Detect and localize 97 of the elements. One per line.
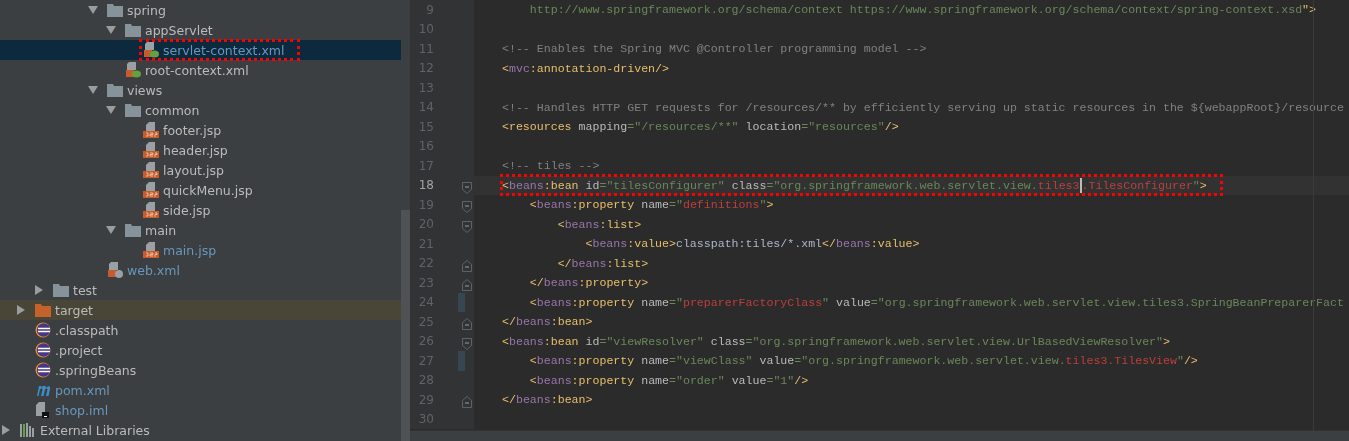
tree-item[interactable]: common	[0, 100, 401, 120]
folder-icon	[125, 223, 141, 237]
fold-icon[interactable]	[462, 318, 472, 330]
code-line: <mvc:annotation-driven/>	[502, 60, 669, 77]
change-marker[interactable]	[458, 351, 465, 371]
eclipse-icon	[35, 342, 51, 358]
tree-item[interactable]: appServlet	[0, 20, 401, 40]
code-line: <beans:property name="order" value="1"/>	[528, 372, 809, 389]
fold-icon[interactable]	[462, 181, 472, 194]
maven-icon	[35, 384, 51, 396]
tree-item-label: main	[145, 222, 177, 238]
tree-item-label: External Libraries	[40, 422, 150, 438]
code-line: <beans:list>	[556, 216, 642, 233]
folder-icon	[53, 283, 69, 297]
tree-item[interactable]: main	[0, 220, 401, 240]
code-line: <beans:property name="preparerFactoryClass" value="org.springframework.web.servlet.view.tiles3.SpringBeanPreparerFact	[528, 294, 1344, 311]
code-line: </beans:property>	[528, 275, 649, 292]
folder-icon	[125, 23, 141, 37]
tree-item-label: root-context.xml	[145, 62, 249, 78]
tree-item-label: spring	[127, 2, 166, 18]
tree-item[interactable]: web.xml	[0, 260, 401, 280]
code-line: <beans:bean id="tilesConfigurer" class="org.springframework.web.servlet.view.tiles3 .TilesConfigurer">	[502, 176, 1221, 195]
file-icon	[35, 402, 51, 418]
tree-item-label: side.jsp	[163, 202, 211, 218]
fold-icon[interactable]	[462, 279, 472, 291]
jsp-file-icon	[143, 242, 159, 258]
tree-item[interactable]: .springBeans	[0, 360, 401, 380]
code-line: </beans:bean>	[502, 314, 593, 331]
code-line: <!-- Handles HTTP GET requests for /resources/** by efficiently serving up static resources in the ${webappRoot}/resource	[502, 99, 1344, 116]
fold-icon[interactable]	[462, 337, 472, 350]
tree-item[interactable]: side.jsp	[0, 200, 401, 220]
tree-item[interactable]: .classpath	[0, 320, 401, 340]
jsp-file-icon	[143, 202, 159, 218]
tree-item-label: main.jsp	[163, 242, 217, 258]
folder-icon	[107, 3, 123, 17]
code-line: </beans:bean>	[502, 392, 593, 409]
tree-item[interactable]: pom.xml	[0, 380, 401, 400]
fold-icon[interactable]	[462, 201, 472, 213]
tree-item-label: views	[127, 82, 163, 98]
expand-arrow-icon[interactable]	[1, 425, 11, 435]
tree-item[interactable]: shop.iml	[0, 400, 401, 420]
fold-icon[interactable]	[462, 259, 472, 272]
jsp-file-icon	[143, 162, 159, 178]
jsp-file-icon	[143, 142, 159, 158]
tree-item[interactable]: spring	[0, 0, 401, 20]
folder-icon	[125, 103, 141, 117]
tree-item-label: appServlet	[145, 22, 213, 38]
tree-item-label: .project	[55, 342, 103, 358]
tree-item[interactable]: servlet-context.xml	[0, 40, 401, 60]
tree-item-label: shop.iml	[55, 402, 109, 418]
eclipse-icon	[35, 362, 51, 378]
code-line: <beans:property name="viewClass" value="org.springframework.web.servlet.view.tiles3.TilesView"/>	[528, 353, 1198, 370]
collapse-arrow-icon[interactable]	[106, 225, 116, 235]
tree-item-label: .springBeans	[55, 362, 137, 378]
tree-item[interactable]: main.jsp	[0, 240, 401, 260]
tree-item-label: footer.jsp	[163, 122, 222, 138]
line-number: 18	[417, 178, 434, 193]
tree-item[interactable]: External Libraries	[0, 420, 401, 440]
change-marker[interactable]	[458, 292, 465, 313]
tree-item[interactable]: test	[0, 280, 401, 300]
tree-item[interactable]: header.jsp	[0, 140, 401, 160]
eclipse-icon	[35, 322, 51, 338]
tree-item[interactable]: root-context.xml	[0, 60, 401, 80]
jsp-file-icon	[143, 122, 159, 138]
tree-item[interactable]: quickMenu.jsp	[0, 180, 401, 200]
folder-icon	[35, 303, 51, 317]
tree-item-label: target	[55, 302, 93, 318]
code-line: </beans:list>	[556, 255, 649, 272]
code-line: <!-- tiles -->	[502, 158, 600, 175]
jsp-file-icon	[143, 182, 159, 198]
tree-item[interactable]: views	[0, 80, 401, 100]
libraries-icon	[20, 423, 36, 437]
tree-item-label: header.jsp	[163, 142, 228, 158]
xml-file-icon	[125, 62, 141, 78]
code-line: <beans:bean id="viewResolver" class="org.springframework.web.servlet.view.UrlBasedViewResolver">	[502, 333, 1170, 350]
tree-item-label: common	[145, 102, 200, 118]
fold-icon[interactable]	[462, 396, 472, 408]
xml-file-icon	[107, 262, 123, 278]
code-line: <!-- Enables the Spring MVC @Controller programming model -->	[502, 41, 927, 58]
folder-icon	[107, 83, 123, 97]
tree-item-label: .classpath	[55, 322, 119, 338]
tree-item-label: web.xml	[127, 262, 180, 278]
code-line: <beans:value>classpath:tiles/*.xml</beans:value>	[584, 236, 920, 253]
tree-item-label: pom.xml	[55, 382, 110, 398]
tree-item[interactable]: footer.jsp	[0, 120, 401, 140]
tree-item-label: quickMenu.jsp	[163, 182, 253, 198]
tree-item-label: servlet-context.xml	[163, 42, 285, 58]
tree-item[interactable]: .project	[0, 340, 401, 360]
tree-item-label: test	[73, 282, 97, 298]
scrollbar[interactable]	[401, 210, 410, 441]
code-line: <resources mapping="/resources/**" location="resources"/>	[502, 119, 899, 136]
tree-item[interactable]: layout.jsp	[0, 160, 401, 180]
code-line: <beans:property name="definitions">	[528, 197, 774, 214]
fold-icon[interactable]	[462, 220, 472, 233]
tree-item-label: layout.jsp	[163, 162, 224, 178]
xml-file-icon	[143, 42, 159, 58]
tree-item[interactable]: target	[0, 300, 401, 320]
